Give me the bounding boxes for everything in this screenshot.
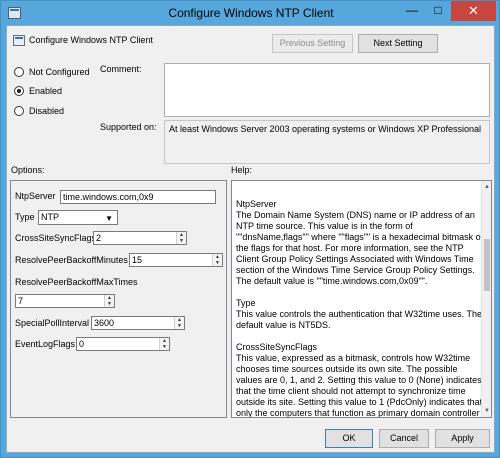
radio-label: Not Configured [29, 67, 90, 77]
help-section: CrossSiteSyncFlags This value, expressed … [236, 342, 484, 418]
title-bar[interactable]: Configure Windows NTP Client — □ ✕ [1, 1, 500, 25]
specialpollinterval-label: SpecialPollInterval [15, 318, 90, 328]
help-panel: NtpServer The Domain Name System (DNS) na… [231, 180, 492, 418]
resolvepeerbackoffminutes-value: 15 [132, 255, 143, 265]
supported-on-value: At least Windows Server 2003 operating s… [164, 120, 490, 164]
dialog-window: Configure Windows NTP Client — □ ✕ Confi… [0, 0, 500, 458]
radio-circle [14, 67, 24, 77]
minimize-button[interactable]: — [399, 1, 425, 21]
resolvepeerbackoffminutes-label: ResolvePeerBackoffMinutes [15, 255, 128, 265]
comment-label: Comment: [100, 64, 142, 74]
spinner-buttons[interactable]: ▲ ▼ [176, 232, 186, 244]
eventlogflags-value: 0 [79, 339, 85, 349]
scroll-down-icon[interactable]: ▼ [482, 405, 491, 417]
help-section: Type This value controls the authenticati… [236, 298, 484, 331]
spinner-buttons[interactable]: ▲ ▼ [159, 338, 169, 350]
ok-button[interactable]: OK [325, 429, 373, 448]
scroll-up-icon[interactable]: ▲ [482, 181, 491, 193]
radio-circle-selected [14, 86, 24, 96]
supported-on-label: Supported on: [100, 122, 157, 132]
crosssitesyncflags-stepper[interactable]: 2 ▲ ▼ [93, 231, 187, 245]
help-section: NtpServer The Domain Name System (DNS) na… [236, 199, 484, 287]
spin-down-icon[interactable]: ▼ [160, 344, 169, 350]
specialpollinterval-value: 3600 [94, 318, 115, 328]
options-panel: NtpServer time.windows.com,0x9 Type NTP … [10, 180, 227, 418]
radio-label: Disabled [29, 106, 65, 116]
setting-title: Configure Windows NTP Client [29, 35, 153, 45]
resolvepeerbackoffmaxtimes-stepper[interactable]: 7 ▲ ▼ [15, 294, 115, 308]
eventlogflags-stepper[interactable]: 0 ▲ ▼ [76, 337, 170, 351]
spinner-buttons[interactable]: ▲ ▼ [212, 254, 222, 266]
dialog-client-area: Configure Windows NTP Client Previous Se… [6, 25, 495, 453]
ntpserver-input[interactable]: time.windows.com,0x9 [60, 190, 216, 204]
help-section-body: This value controls the authentication t… [236, 309, 482, 330]
spin-down-icon[interactable]: ▼ [213, 260, 222, 266]
close-button[interactable]: ✕ [451, 1, 496, 21]
eventlogflags-label: EventLogFlags [15, 339, 76, 349]
spin-down-icon[interactable]: ▼ [177, 238, 186, 244]
crosssitesyncflags-label: CrossSiteSyncFlags [15, 233, 97, 243]
type-select[interactable]: NTP ▼ [38, 210, 118, 225]
type-label: Type [15, 212, 35, 222]
radio-label: Enabled [29, 86, 63, 96]
spin-down-icon[interactable]: ▼ [175, 323, 184, 329]
chevron-down-icon: ▼ [105, 214, 113, 223]
resolvepeerbackoffmaxtimes-value: 7 [18, 296, 24, 306]
maximize-button[interactable]: □ [425, 1, 451, 21]
options-label: Options: [11, 165, 45, 175]
specialpollinterval-stepper[interactable]: 3600 ▲ ▼ [91, 316, 185, 330]
scrollbar-thumb[interactable] [484, 239, 490, 291]
radio-circle [14, 106, 24, 116]
type-selected-value: NTP [41, 212, 59, 222]
help-section-body: The Domain Name System (DNS) name or IP … [236, 210, 484, 286]
ntpserver-label: NtpServer [15, 191, 56, 201]
cancel-button[interactable]: Cancel [379, 429, 429, 448]
help-section-body: This value, expressed as a bitmask, cont… [236, 353, 483, 418]
resolvepeerbackoffmaxtimes-label: ResolvePeerBackoffMaxTimes [15, 277, 138, 287]
help-section-heading: CrossSiteSyncFlags [236, 342, 318, 352]
spin-down-icon[interactable]: ▼ [105, 301, 114, 307]
next-setting-button[interactable]: Next Setting [358, 34, 438, 53]
spinner-buttons[interactable]: ▲ ▼ [104, 295, 114, 307]
help-section-heading: NtpServer [236, 199, 277, 209]
previous-setting-button[interactable]: Previous Setting [272, 34, 353, 53]
help-text: NtpServer The Domain Name System (DNS) na… [236, 199, 484, 418]
spinner-buttons[interactable]: ▲ ▼ [174, 317, 184, 329]
apply-button[interactable]: Apply [435, 429, 490, 448]
policy-icon [13, 35, 25, 46]
help-label: Help: [231, 165, 253, 175]
crosssitesyncflags-value: 2 [96, 233, 102, 243]
help-scrollbar[interactable]: ▲ ▼ [481, 181, 491, 417]
help-section-heading: Type [236, 298, 256, 308]
resolvepeerbackoffminutes-stepper[interactable]: 15 ▲ ▼ [129, 253, 223, 267]
comment-textarea[interactable] [164, 63, 490, 117]
